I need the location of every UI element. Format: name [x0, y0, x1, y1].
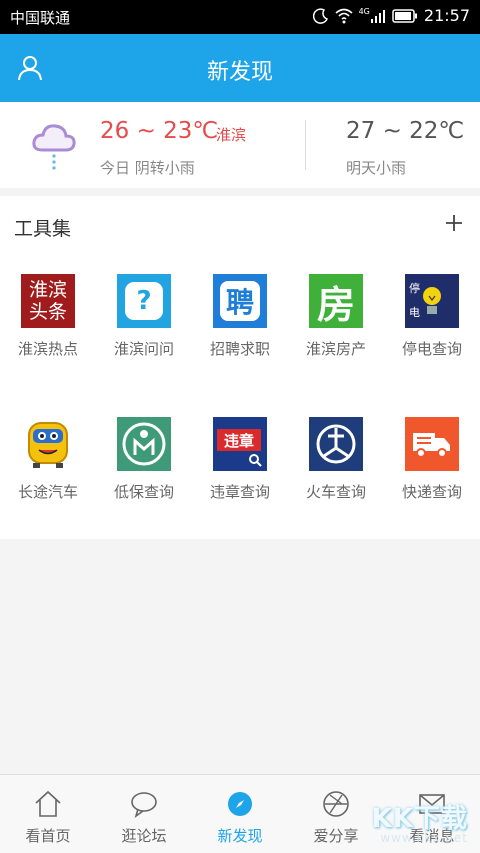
tool-label: 快递查询	[401, 483, 462, 501]
question-icon-text: ?	[136, 286, 152, 316]
tab-label: 新发现	[217, 827, 263, 845]
traffic-violation-icon-text: 违章	[223, 431, 254, 450]
status-icons: 4G 21:57	[312, 6, 470, 25]
compass-icon	[228, 792, 252, 816]
huaibin-headline-icon-text: 淮滨头条	[28, 279, 67, 323]
chat-bubble-icon	[131, 792, 157, 818]
tool-house[interactable]: 房 淮滨房产	[288, 274, 384, 374]
app-header: 新发现	[0, 34, 480, 102]
tool-power-outage[interactable]: 停电通知 停电查询	[384, 274, 480, 374]
tomorrow-description: 明天小雨	[346, 159, 407, 177]
tool-traffic-violation[interactable]: 违章 违章查询	[192, 417, 288, 517]
bus-icon	[21, 417, 75, 471]
recruit-icon-text: 聘	[225, 286, 254, 319]
aperture-icon	[323, 791, 349, 817]
home-icon	[35, 790, 61, 817]
house-icon-text: 房	[316, 282, 355, 327]
tool-label: 淮滨问问	[113, 340, 174, 358]
city-name: 淮滨	[216, 126, 247, 144]
signal-icon	[370, 9, 385, 23]
tool-label: 淮滨房产	[305, 340, 366, 358]
page-title: 新发现	[206, 60, 273, 85]
tomorrow-temperature: 27 ~ 22℃	[346, 118, 465, 144]
tab-discover[interactable]: 新发现	[192, 775, 288, 853]
wifi-icon	[335, 8, 353, 23]
recruit-icon: 聘	[213, 274, 267, 328]
delivery-truck-icon	[405, 417, 459, 471]
tool-label: 低保查询	[113, 483, 174, 501]
watermark-sub: www.kkx.net	[380, 831, 468, 845]
watermark-text: KK下载	[371, 804, 468, 834]
plus-icon[interactable]	[442, 211, 466, 235]
house-icon: 房	[309, 274, 363, 328]
huaibin-headline-icon: 淮滨头条	[21, 274, 75, 328]
power-outage-icon: 停电通知	[405, 274, 459, 367]
tool-label: 火车查询	[305, 483, 366, 501]
tool-welfare[interactable]: 低保查询	[96, 417, 192, 517]
tool-huaibin-ask[interactable]: ? 淮滨问问	[96, 274, 192, 374]
watermark: KK下载 www.kkx.net	[372, 798, 468, 845]
clock: 21:57	[423, 6, 470, 25]
tool-label: 违章查询	[209, 483, 270, 501]
moon-icon	[312, 7, 328, 24]
tool-train[interactable]: 火车查询	[288, 417, 384, 517]
traffic-violation-icon: 违章	[213, 417, 267, 471]
network-type: 4G	[358, 7, 370, 16]
tool-delivery[interactable]: 快递查询	[384, 417, 480, 517]
tool-label: 招聘求职	[209, 340, 270, 358]
today-temperature: 26 ~ 23℃	[100, 118, 219, 144]
tools-title: 工具集	[14, 218, 72, 240]
tool-label: 淮滨热点	[17, 340, 78, 358]
question-icon: ?	[117, 274, 171, 328]
status-bar: 中国联通 4G 21:57	[0, 0, 480, 34]
tool-label: 长途汽车	[17, 483, 78, 501]
cloud-rain-icon	[32, 124, 76, 170]
carrier-name: 中国联通	[10, 9, 71, 27]
tool-recruit[interactable]: 聘 招聘求职	[192, 274, 288, 374]
tab-home[interactable]: 看首页	[0, 775, 96, 853]
tool-long-bus[interactable]: 长途汽车	[0, 417, 96, 517]
tab-label: 逛论坛	[121, 827, 167, 845]
tab-label: 看首页	[25, 827, 71, 845]
today-description: 今日 阴转小雨	[100, 159, 195, 177]
tab-forum[interactable]: 逛论坛	[96, 775, 192, 853]
tab-label: 爱分享	[313, 827, 359, 845]
tool-huaibin-hot[interactable]: 淮滨头条 淮滨热点	[0, 274, 96, 374]
welfare-icon	[117, 417, 171, 471]
weather-divider	[305, 120, 306, 170]
tools-section: 工具集 淮滨头条 淮滨热点 ? 淮滨问问 聘 招聘求职 房 淮滨房产 停电通知	[0, 196, 480, 539]
battery-icon	[392, 8, 417, 23]
train-icon	[309, 417, 363, 471]
weather-card[interactable]: 26 ~ 23℃ 淮滨 今日 阴转小雨 27 ~ 22℃ 明天小雨	[0, 102, 480, 188]
tab-share[interactable]: 爱分享	[288, 775, 384, 853]
